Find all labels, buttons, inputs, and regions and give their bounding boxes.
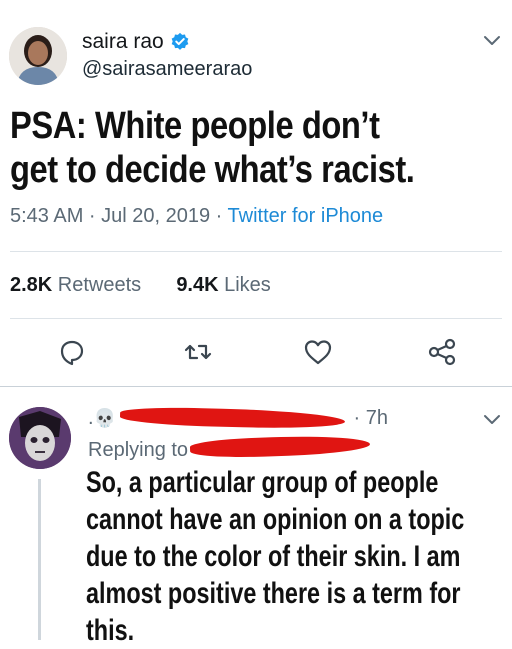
reply-button[interactable] (56, 336, 88, 368)
author-handle[interactable]: @sairasameerarao (82, 58, 252, 81)
tweet-stats: 2.8K Retweets 9.4K Likes (10, 274, 271, 297)
verified-badge-icon (171, 32, 189, 50)
divider (10, 251, 502, 252)
retweets-label: Retweets (52, 274, 142, 296)
reply-icon (60, 340, 84, 366)
likes-count: 9.4K (176, 274, 219, 296)
divider (10, 318, 502, 319)
skull-icon: 💀 (93, 408, 116, 429)
tweet-meta: 5:43 AM · Jul 20, 2019 · Twitter for iPh… (10, 205, 383, 228)
chevron-down-icon[interactable] (482, 34, 502, 48)
tweet-text: PSA: White people don’t get to decide wh… (10, 105, 415, 191)
retweet-icon (184, 344, 212, 360)
reply-author-avatar[interactable] (9, 407, 71, 469)
retweets-stat[interactable]: 2.8K Retweets (10, 274, 141, 296)
chevron-down-icon[interactable] (482, 413, 502, 427)
tweet-source-link[interactable]: Twitter for iPhone (228, 205, 384, 227)
likes-stat[interactable]: 9.4K Likes (176, 274, 271, 296)
replying-to: Replying to (88, 439, 188, 462)
retweets-count: 2.8K (10, 274, 53, 296)
likes-label: Likes (218, 274, 271, 296)
reply-age[interactable]: · 7h (348, 407, 388, 429)
tweet-time[interactable]: 5:43 AM · Jul 20, 2019 · (10, 205, 228, 227)
reply-tweet: .💀 · 7h Replying to So, a particular gro… (0, 387, 512, 647)
heart-icon (304, 340, 332, 365)
thread-line (38, 479, 41, 640)
reply-text: So, a particular group of people cannot … (86, 466, 465, 647)
retweet-button[interactable] (182, 336, 214, 368)
author-name-row[interactable]: saira rao (82, 30, 190, 54)
share-icon (428, 338, 456, 366)
author-name[interactable]: saira rao (82, 30, 164, 54)
share-button[interactable] (426, 336, 458, 368)
author-avatar[interactable] (9, 27, 67, 85)
redaction-mark (189, 433, 371, 460)
replying-to-label: Replying to (88, 439, 189, 461)
like-button[interactable] (302, 336, 334, 368)
tweet-actions (0, 336, 512, 372)
main-tweet: saira rao @sairasameerarao PSA: White pe… (0, 0, 512, 387)
